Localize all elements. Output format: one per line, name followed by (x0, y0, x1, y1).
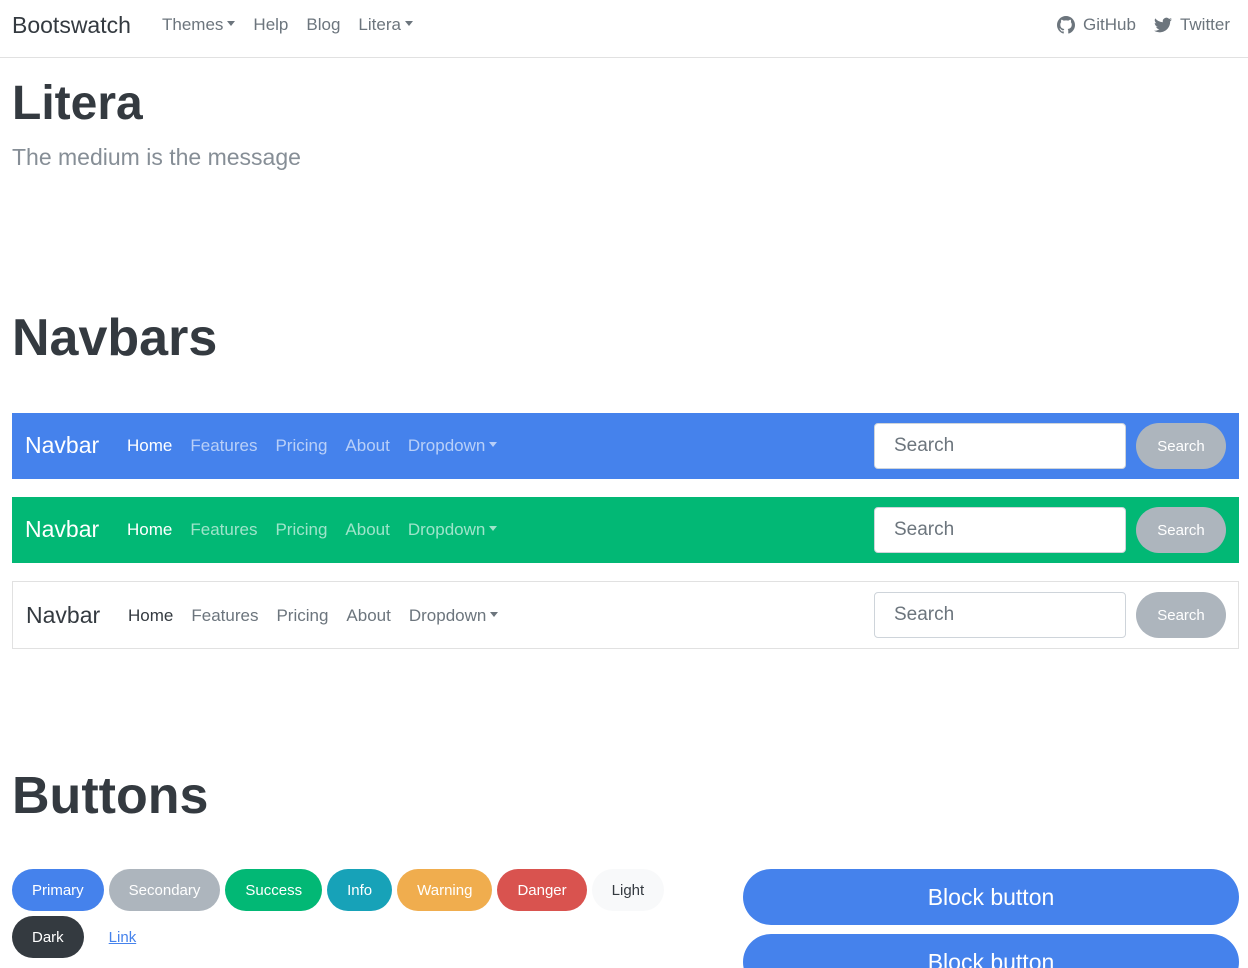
search-button[interactable]: Search (1136, 423, 1226, 469)
navbar-brand[interactable]: Navbar (26, 602, 100, 629)
danger-button[interactable]: Danger (497, 869, 587, 911)
navbar-links: Home Features Pricing About Dropdown (128, 606, 499, 626)
warning-button[interactable]: Warning (397, 869, 493, 911)
nav-about[interactable]: About (345, 436, 389, 456)
dark-button[interactable]: Dark (12, 916, 84, 958)
navbar-primary: Navbar Home Features Pricing About Dropd… (12, 413, 1239, 479)
nav-features[interactable]: Features (191, 606, 258, 626)
twitter-icon (1153, 17, 1172, 33)
github-icon (1057, 16, 1076, 34)
navbar-brand[interactable]: Navbar (25, 516, 99, 543)
link-button[interactable]: Link (89, 916, 157, 958)
twitter-label: Twitter (1179, 15, 1230, 34)
block-button[interactable]: Block button (743, 934, 1239, 968)
top-nav-links: Themes Help Blog Litera (162, 15, 413, 35)
search-input[interactable] (874, 592, 1126, 638)
top-right-links: GitHub Twitter (1057, 15, 1230, 35)
page-title: Litera (12, 77, 143, 130)
button-row-2: Dark Link (12, 916, 156, 958)
caret-down-icon (489, 526, 498, 532)
nav-blog[interactable]: Blog (306, 15, 340, 35)
search-button[interactable]: Search (1136, 592, 1226, 638)
navbar-success: Navbar Home Features Pricing About Dropd… (12, 497, 1239, 563)
search-input[interactable] (874, 507, 1126, 553)
nav-themes-label: Themes (162, 15, 224, 34)
nav-pricing[interactable]: Pricing (275, 436, 327, 456)
search-input[interactable] (874, 423, 1126, 469)
nav-litera-label: Litera (358, 15, 401, 34)
nav-dropdown-label: Dropdown (407, 520, 486, 539)
navbar-links: Home Features Pricing About Dropdown (127, 436, 498, 456)
secondary-button[interactable]: Secondary (108, 869, 221, 911)
nav-dropdown-label: Dropdown (407, 436, 486, 455)
caret-down-icon (404, 21, 413, 27)
nav-dropdown[interactable]: Dropdown (408, 520, 498, 540)
nav-themes[interactable]: Themes (162, 15, 236, 35)
caret-down-icon (490, 612, 499, 618)
nav-features[interactable]: Features (190, 436, 257, 456)
navbar-links: Home Features Pricing About Dropdown (127, 520, 498, 540)
caret-down-icon (227, 21, 236, 27)
nav-dropdown-label: Dropdown (408, 606, 487, 625)
success-button[interactable]: Success (225, 869, 323, 911)
block-button[interactable]: Block button (743, 869, 1239, 925)
nav-help[interactable]: Help (253, 15, 288, 35)
page-lead: The medium is the message (12, 144, 301, 170)
github-link[interactable]: GitHub (1057, 15, 1136, 35)
section-heading-navbars: Navbars (12, 309, 218, 367)
nav-pricing[interactable]: Pricing (275, 520, 327, 540)
light-button[interactable]: Light (591, 869, 665, 911)
button-row-1: Primary Secondary Success Info Warning D… (12, 869, 665, 911)
navbar-brand[interactable]: Navbar (25, 432, 99, 459)
brand-link[interactable]: Bootswatch (12, 12, 131, 39)
navbar-light: Navbar Home Features Pricing About Dropd… (12, 581, 1239, 649)
nav-home[interactable]: Home (127, 520, 172, 540)
nav-about[interactable]: About (346, 606, 390, 626)
section-heading-buttons: Buttons (12, 767, 209, 825)
primary-button[interactable]: Primary (12, 869, 104, 911)
nav-home[interactable]: Home (127, 436, 172, 456)
nav-home[interactable]: Home (128, 606, 173, 626)
github-label: GitHub (1083, 15, 1136, 34)
caret-down-icon (489, 442, 498, 448)
info-button[interactable]: Info (327, 869, 393, 911)
nav-dropdown[interactable]: Dropdown (409, 606, 499, 626)
search-button[interactable]: Search (1136, 507, 1226, 553)
nav-about[interactable]: About (345, 520, 389, 540)
nav-features[interactable]: Features (190, 520, 257, 540)
top-navbar: Bootswatch Themes Help Blog Litera GitHu… (0, 0, 1248, 58)
nav-pricing[interactable]: Pricing (276, 606, 328, 626)
twitter-link[interactable]: Twitter (1153, 15, 1230, 35)
nav-litera[interactable]: Litera (358, 15, 413, 35)
nav-dropdown[interactable]: Dropdown (408, 436, 498, 456)
